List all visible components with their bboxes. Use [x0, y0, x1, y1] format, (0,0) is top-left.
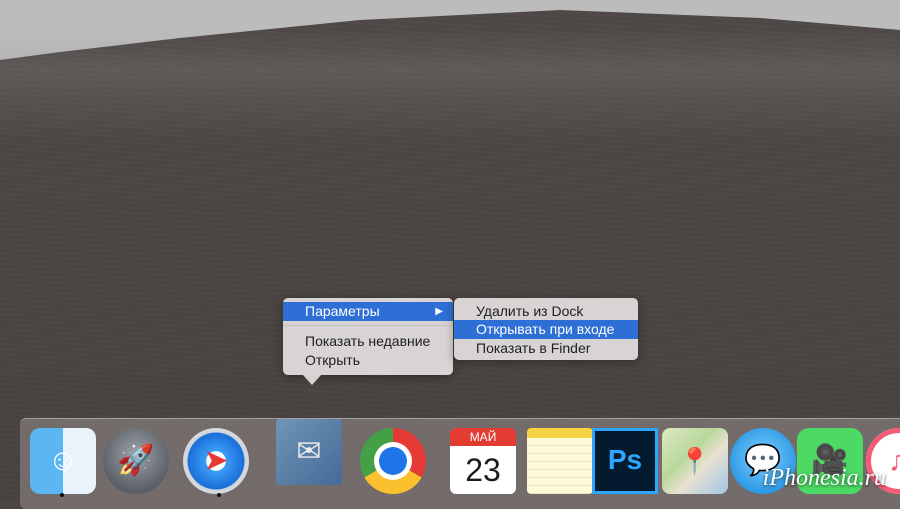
running-indicator	[60, 493, 64, 497]
menu-item-open[interactable]: Открыть	[283, 351, 453, 370]
menu-item-options-label: Параметры	[305, 303, 380, 319]
dock-app-mail[interactable]: ✉	[276, 419, 342, 485]
menu-separator	[283, 325, 453, 326]
map-icon: 📍	[678, 446, 712, 476]
stamp-icon: ✉	[296, 435, 322, 468]
dock-app-photoshop[interactable]: Ps	[592, 428, 658, 494]
dock-app-maps[interactable]: 📍	[662, 428, 728, 494]
compass-icon: ➤	[203, 444, 229, 477]
dock-app-safari[interactable]: ➤	[183, 428, 249, 494]
dock-app-launchpad[interactable]: 🚀	[103, 428, 169, 494]
submenu-arrow-icon: ▶	[435, 306, 443, 317]
menu-item-open-label: Открыть	[305, 352, 360, 368]
calendar-day: 23	[465, 452, 501, 488]
dock-app-chrome[interactable]	[360, 428, 426, 494]
dock-app-finder[interactable]: ☺	[30, 428, 96, 494]
finder-icon: ☺	[47, 444, 79, 477]
menu-item-open-at-login-label: Открывать при входе	[476, 321, 615, 337]
options-submenu: Удалить из Dock Открывать при входе Пока…	[454, 298, 638, 360]
menu-item-open-at-login[interactable]: Открывать при входе	[454, 320, 638, 339]
dock-context-menu: Параметры ▶ Показать недавние Открыть	[283, 298, 453, 375]
menu-item-show-recent-label: Показать недавние	[305, 333, 431, 349]
menu-item-show-in-finder-label: Показать в Finder	[476, 340, 591, 356]
menu-item-show-in-finder[interactable]: Показать в Finder	[454, 339, 638, 358]
menu-item-remove-label: Удалить из Dock	[476, 303, 584, 319]
dock-app-notes[interactable]	[527, 428, 593, 494]
rocket-icon: 🚀	[117, 444, 155, 477]
menu-item-show-recent[interactable]: Показать недавние	[283, 332, 453, 351]
dock-app-calendar[interactable]: МАЙ 23	[450, 428, 516, 494]
watermark: iPhonesia.ru	[762, 465, 886, 491]
menu-item-options[interactable]: Параметры ▶	[283, 302, 453, 321]
running-indicator	[217, 493, 221, 497]
calendar-month: МАЙ	[450, 428, 516, 446]
menu-pointer-tail	[303, 375, 321, 385]
wallpaper-haze	[0, 0, 900, 140]
menu-item-remove-from-dock[interactable]: Удалить из Dock	[454, 302, 638, 321]
photoshop-icon: Ps	[607, 444, 643, 475]
